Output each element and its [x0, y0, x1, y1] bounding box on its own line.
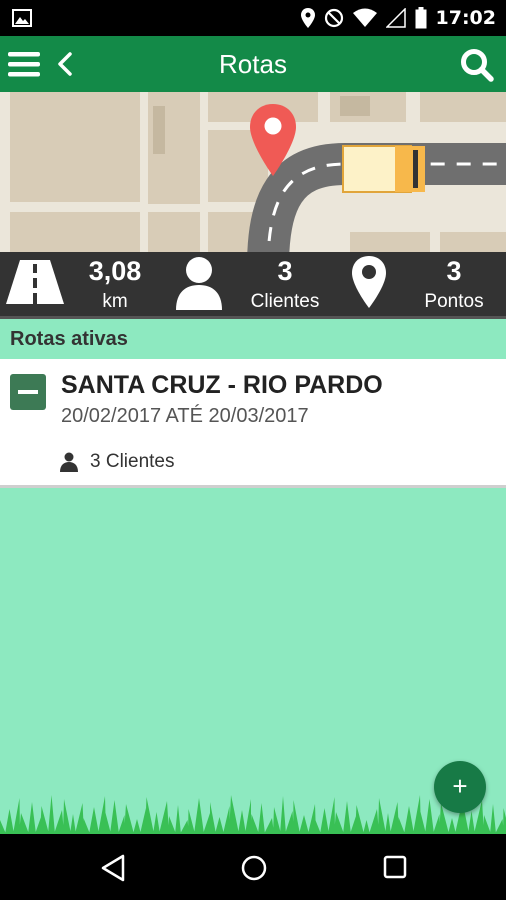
back-nav-icon[interactable] — [100, 854, 126, 882]
user-small-icon — [60, 452, 78, 472]
route-clients: 3 Clientes — [60, 451, 175, 473]
route-clients-label: 3 Clientes — [90, 451, 175, 472]
cell-signal-icon — [385, 8, 406, 28]
status-bar: 17:02 — [0, 0, 506, 36]
route-card[interactable]: SANTA CRUZ - RIO PARDO 20/02/2017 ATÉ 20… — [0, 359, 506, 488]
add-button[interactable]: + — [434, 761, 486, 813]
status-time: 17:02 — [435, 7, 496, 29]
image-notification-icon — [12, 9, 32, 27]
user-icon — [176, 257, 222, 310]
points-count: 3 — [446, 256, 462, 286]
distance-value: 3,08 — [88, 256, 142, 286]
home-nav-icon[interactable] — [240, 854, 268, 882]
route-name: SANTA CRUZ - RIO PARDO — [61, 371, 383, 399]
recents-nav-icon[interactable] — [383, 855, 407, 879]
clients-label: Clientes — [250, 291, 320, 312]
route-stats-bar: 3,08 km 3 Clientes 3 Pontos — [0, 252, 506, 319]
collapse-button[interactable] — [10, 374, 46, 410]
section-title: Rotas ativas — [10, 328, 128, 350]
content-area — [0, 488, 506, 834]
route-dates: 20/02/2017 ATÉ 20/03/2017 — [61, 405, 309, 427]
grass-decoration — [0, 795, 506, 834]
do-not-disturb-icon — [324, 8, 343, 28]
page-title: Rotas — [219, 49, 287, 79]
location-pin-icon — [352, 256, 386, 308]
navigation-bar — [0, 834, 506, 900]
section-header: Rotas ativas — [0, 319, 506, 359]
distance-unit: km — [102, 291, 128, 312]
points-label: Pontos — [424, 291, 484, 312]
battery-icon — [415, 7, 427, 29]
road-icon — [6, 260, 64, 304]
map-graphic — [0, 92, 506, 252]
wifi-icon — [352, 8, 377, 27]
route-map-illustration — [0, 92, 506, 252]
clients-count: 3 — [277, 256, 293, 286]
search-icon[interactable] — [460, 48, 494, 82]
app-bar: Rotas — [0, 36, 506, 92]
location-icon — [300, 8, 315, 28]
